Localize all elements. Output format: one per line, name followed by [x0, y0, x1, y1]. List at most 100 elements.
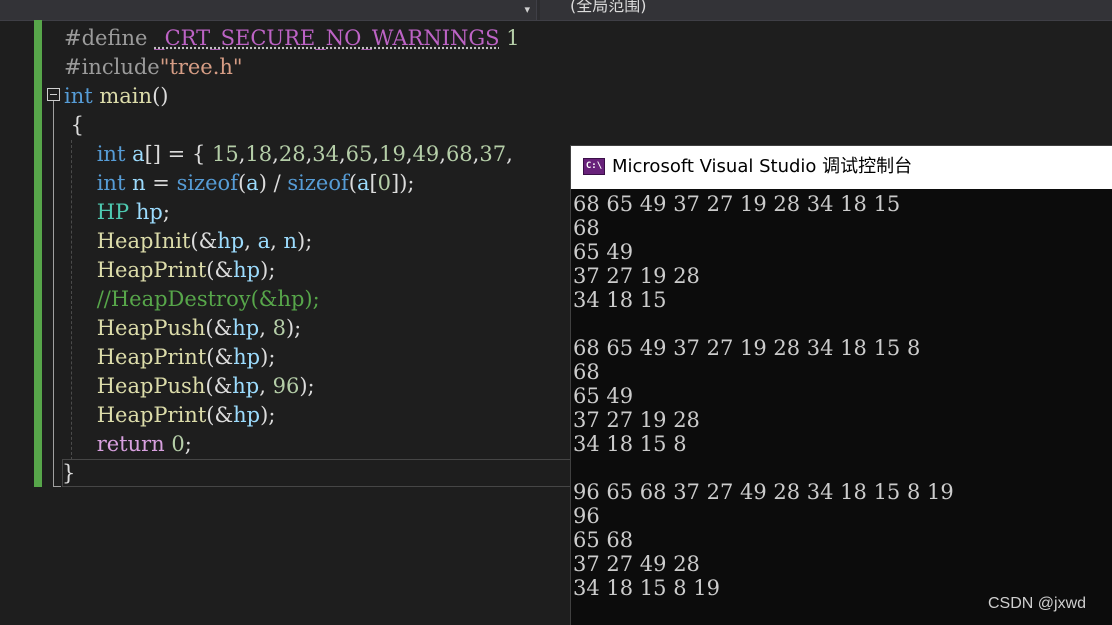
console-line: 65 49: [573, 240, 634, 264]
code-line[interactable]: HeapPush(&hp, 8);: [70, 314, 302, 343]
code-token: (: [348, 171, 357, 195]
code-line[interactable]: HeapInit(&hp, a, n);: [70, 227, 313, 256]
console-line: 34 18 15 8 19: [573, 576, 720, 600]
collapse-icon[interactable]: [47, 88, 60, 101]
code-line[interactable]: HeapPush(&hp, 96);: [70, 372, 315, 401]
scope-label: (全局范围): [570, 0, 647, 15]
code-line[interactable]: return 0;: [70, 430, 192, 459]
code-token: 68: [445, 142, 473, 166]
code-token: );: [285, 316, 302, 340]
code-token: (&: [206, 258, 234, 282]
console-titlebar[interactable]: C:\ Microsoft Visual Studio 调试控制台: [571, 146, 1112, 189]
code-token: (): [152, 84, 169, 108]
code-token: a: [132, 142, 145, 166]
code-line[interactable]: //HeapDestroy(&hp);: [70, 285, 320, 314]
chevron-down-icon[interactable]: ▾: [524, 2, 530, 18]
console-line: 96: [573, 504, 600, 528]
fold-guide: [53, 101, 54, 487]
code-token: 0: [171, 432, 185, 456]
code-token: 49: [412, 142, 440, 166]
code-line[interactable]: HeapPrint(&hp);: [70, 256, 276, 285]
code-token: 19: [379, 142, 406, 166]
code-token: int: [96, 142, 126, 166]
console-line: 37 27 19 28: [573, 264, 700, 288]
code-token: sizeof: [287, 171, 349, 195]
code-token: );: [299, 374, 315, 398]
code-token: #include: [64, 55, 160, 79]
code-token: 0: [377, 171, 392, 195]
code-token: hp: [233, 258, 261, 282]
code-token: a: [246, 171, 259, 195]
code-token: #define: [64, 26, 155, 50]
code-line[interactable]: int a[] = { 15,18,28,34,65,19,49,68,37,: [70, 140, 513, 169]
code-token: hp: [233, 345, 261, 369]
code-line[interactable]: {: [64, 111, 84, 140]
console-title: Microsoft Visual Studio 调试控制台: [612, 156, 913, 177]
code-token: 28: [278, 142, 306, 166]
code-line[interactable]: int n = sizeof(a) / sizeof(a[0]);: [70, 169, 415, 198]
debug-console-window[interactable]: C:\ Microsoft Visual Studio 调试控制台 68 65 …: [570, 145, 1112, 625]
console-line: 96 65 68 37 27 49 28 34 18 15 8 19: [573, 480, 954, 504]
code-token: );: [260, 345, 276, 369]
code-token: n: [283, 229, 298, 253]
code-token: a: [257, 229, 271, 253]
fold-guide-end: [53, 486, 61, 487]
code-token: (&: [190, 229, 218, 253]
code-token: 65: [345, 142, 373, 166]
code-token: (&: [205, 374, 233, 398]
console-line: 68 65 49 37 27 19 28 34 18 15: [573, 192, 901, 216]
console-line: 68 65 49 37 27 19 28 34 18 15 8: [573, 336, 921, 360]
code-line[interactable]: }: [62, 459, 75, 488]
code-line[interactable]: int main(): [64, 82, 168, 111]
code-line[interactable]: HeapPrint(&hp);: [70, 401, 276, 430]
code-token: (&: [206, 345, 234, 369]
code-token: sizeof: [176, 171, 238, 195]
code-token: (&: [205, 316, 233, 340]
console-line: 37 27 49 28: [573, 552, 700, 576]
code-token: int: [64, 84, 93, 108]
code-token: 8: [272, 316, 286, 340]
code-line[interactable]: #define _CRT_SECURE_NO_WARNINGS 1: [64, 24, 520, 53]
function-scope-dropdown[interactable]: (全局范围): [540, 0, 1112, 20]
code-token: (&: [206, 403, 234, 427]
code-token: HeapPush: [96, 316, 206, 340]
code-token: return: [96, 432, 165, 456]
console-line: 34 18 15 8: [573, 432, 687, 456]
code-token: HeapInit: [96, 229, 191, 253]
code-token: n: [132, 171, 146, 195]
file-scope-dropdown[interactable]: ▾: [0, 0, 537, 20]
code-token: HeapPush: [96, 374, 206, 398]
code-token: (: [237, 171, 247, 195]
current-line-highlight: [62, 459, 582, 487]
code-token: ,: [338, 142, 346, 166]
code-token: [: [369, 171, 378, 195]
code-token: ) /: [258, 171, 288, 195]
code-token: ,: [272, 142, 279, 166]
code-token: "tree.h": [159, 55, 243, 79]
code-token: 15: [211, 142, 239, 166]
code-token: {: [64, 113, 85, 137]
code-token: [] = {: [144, 142, 212, 166]
code-token: //HeapDestroy(&hp);: [96, 287, 320, 311]
code-token: ,: [506, 142, 513, 166]
code-token: ,: [270, 229, 284, 253]
code-line[interactable]: HeapPrint(&hp);: [70, 343, 276, 372]
code-token: ;: [162, 200, 170, 224]
code-line[interactable]: HP hp;: [70, 198, 170, 227]
code-token: HP: [96, 200, 130, 224]
code-token: ,: [259, 316, 273, 340]
code-token: _CRT_SECURE_NO_WARNINGS: [154, 26, 500, 50]
code-token: hp: [135, 200, 163, 224]
code-line[interactable]: #include"tree.h": [64, 53, 243, 82]
console-line: 68: [573, 360, 600, 384]
console-output: 68 65 49 37 27 19 28 34 18 15 68 65 49 37 2…: [573, 192, 954, 600]
